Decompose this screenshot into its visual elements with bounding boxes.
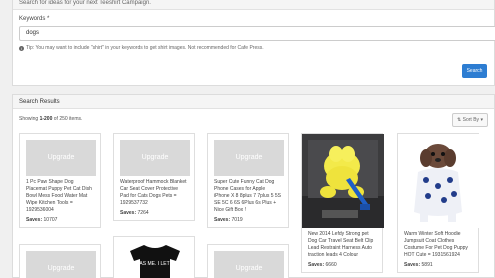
keywords-input[interactable]: dogs xyxy=(19,26,495,41)
result-card-8[interactable]: Upgrade xyxy=(207,244,289,278)
tip: i Tip: You may want to include "shirt" i… xyxy=(19,45,264,51)
upgrade-placeholder[interactable]: Upgrade xyxy=(214,140,284,176)
result-card-5[interactable]: Warm Winter Soft Hoodie Jumpsuit Coat Cl… xyxy=(397,133,480,273)
card-title: Waterproof Hammock Blanket Car Seat Cove… xyxy=(120,179,187,206)
shirt-text: IT WAS ME. I LET THE xyxy=(129,261,181,267)
card-title: New 2014 Lefdy Strong pet Dog Car Travel… xyxy=(308,231,374,258)
result-card-2[interactable]: Upgrade Waterproof Hammock Blanket Car S… xyxy=(113,133,195,221)
card-title: Warm Winter Soft Hoodie Jumpsuit Coat Cl… xyxy=(404,231,468,258)
card-title: 1 Pc Paw Shape Dog Placemat Puppy Pet Ca… xyxy=(26,179,92,213)
search-button[interactable]: Search xyxy=(462,64,487,78)
search-panel-header: Search for ideas for your next Teeshirt … xyxy=(13,0,494,10)
tip-text: Tip: You may want to include "shirt" in … xyxy=(26,45,264,51)
upgrade-placeholder[interactable]: Upgrade xyxy=(120,140,190,176)
card-saves: Saves: 7264 xyxy=(120,210,149,216)
card-saves: Saves: 10707 xyxy=(26,217,58,223)
card-title: Super Cute Funny Cat Dog Phone Cases for… xyxy=(214,179,281,213)
result-card-4[interactable]: New 2014 Lefdy Strong pet Dog Car Travel… xyxy=(301,133,384,273)
search-panel: Search for ideas for your next Teeshirt … xyxy=(12,0,495,86)
sort-icon: ⇅ xyxy=(457,117,462,123)
product-photo-black-shirt[interactable]: IT WAS ME. I LET THE xyxy=(120,241,190,278)
caret-down-icon: ▾ xyxy=(480,117,483,123)
card-saves: Saves: 5891 xyxy=(404,262,433,268)
results-count: Showing 1-200 of 250 items. xyxy=(19,116,83,122)
result-card-7[interactable]: IT WAS ME. I LET THE xyxy=(113,236,195,278)
upgrade-placeholder[interactable]: Upgrade xyxy=(26,251,96,278)
result-card-1[interactable]: Upgrade 1 Pc Paw Shape Dog Placemat Pupp… xyxy=(19,133,101,228)
upgrade-placeholder[interactable]: Upgrade xyxy=(26,140,96,176)
card-saves: Saves: 7019 xyxy=(214,217,243,223)
sort-by-button[interactable]: ⇅ Sort By ▾ xyxy=(452,113,488,127)
keywords-label: Keywords * xyxy=(19,16,50,22)
product-photo-dog-seatbelt[interactable] xyxy=(302,134,384,228)
result-card-6[interactable]: Upgrade xyxy=(19,244,101,278)
card-saves: Saves: 6660 xyxy=(308,262,337,268)
result-card-3[interactable]: Upgrade Super Cute Funny Cat Dog Phone C… xyxy=(207,133,289,228)
results-header: Search Results xyxy=(13,95,494,109)
product-photo-dog-hoodie[interactable] xyxy=(398,134,480,228)
info-icon: i xyxy=(19,45,24,51)
upgrade-placeholder[interactable]: Upgrade xyxy=(214,251,284,278)
